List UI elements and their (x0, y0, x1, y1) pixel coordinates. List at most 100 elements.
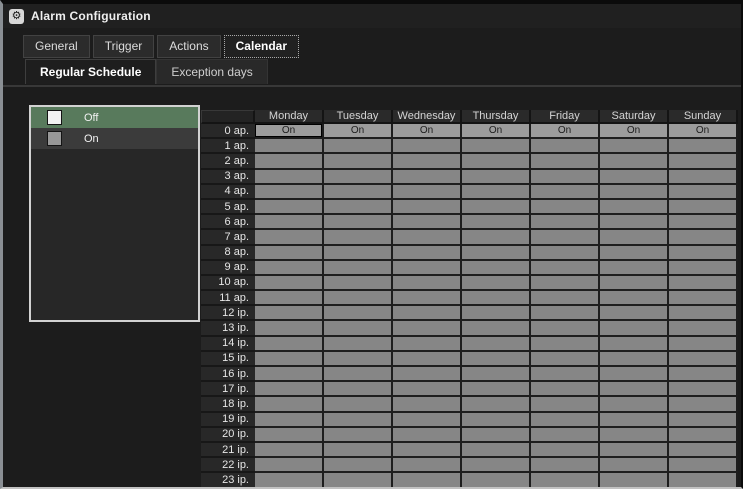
schedule-cell[interactable] (669, 200, 738, 215)
schedule-cell[interactable] (462, 382, 531, 397)
schedule-cell[interactable] (669, 261, 738, 276)
schedule-cell[interactable] (393, 200, 462, 215)
schedule-cell[interactable] (669, 276, 738, 291)
schedule-cell[interactable] (255, 473, 324, 488)
schedule-cell[interactable] (255, 428, 324, 443)
schedule-cell[interactable] (462, 230, 531, 245)
schedule-cell[interactable] (600, 215, 669, 230)
schedule-cell[interactable]: On (393, 124, 462, 139)
schedule-cell[interactable] (531, 291, 600, 306)
hour-label[interactable]: 4 ap. (201, 185, 255, 200)
schedule-cell[interactable] (255, 337, 324, 352)
schedule-cell[interactable] (255, 170, 324, 185)
legend-item-off[interactable]: Off (31, 107, 198, 128)
schedule-cell[interactable] (669, 367, 738, 382)
schedule-cell[interactable] (255, 291, 324, 306)
schedule-cell[interactable] (393, 382, 462, 397)
schedule-cell[interactable] (255, 443, 324, 458)
hour-label[interactable]: 18 ip. (201, 397, 255, 412)
schedule-cell[interactable] (600, 382, 669, 397)
schedule-cell[interactable] (600, 154, 669, 169)
schedule-cell[interactable] (393, 367, 462, 382)
schedule-cell[interactable] (531, 413, 600, 428)
schedule-cell[interactable] (462, 306, 531, 321)
schedule-cell[interactable] (531, 337, 600, 352)
schedule-cell[interactable] (462, 413, 531, 428)
hour-label[interactable]: 21 ip. (201, 443, 255, 458)
schedule-cell[interactable] (669, 428, 738, 443)
schedule-cell[interactable] (462, 200, 531, 215)
schedule-cell[interactable] (255, 352, 324, 367)
schedule-cell[interactable] (324, 170, 393, 185)
schedule-cell[interactable] (669, 306, 738, 321)
day-header-monday[interactable]: Monday (255, 110, 324, 124)
schedule-cell[interactable] (324, 246, 393, 261)
schedule-cell[interactable] (462, 291, 531, 306)
schedule-cell[interactable] (669, 185, 738, 200)
schedule-cell[interactable] (393, 473, 462, 488)
schedule-cell[interactable] (531, 458, 600, 473)
schedule-cell[interactable] (462, 185, 531, 200)
hour-label[interactable]: 14 ip. (201, 337, 255, 352)
hour-label[interactable]: 2 ap. (201, 154, 255, 169)
hour-label[interactable]: 5 ap. (201, 200, 255, 215)
schedule-cell[interactable]: On (462, 124, 531, 139)
schedule-cell[interactable] (600, 337, 669, 352)
schedule-cell[interactable] (531, 276, 600, 291)
tab-general[interactable]: General (23, 35, 90, 58)
schedule-cell[interactable] (531, 200, 600, 215)
day-header-friday[interactable]: Friday (531, 110, 600, 124)
schedule-cell[interactable] (324, 321, 393, 336)
day-header-saturday[interactable]: Saturday (600, 110, 669, 124)
schedule-cell[interactable] (324, 443, 393, 458)
legend-item-on[interactable]: On (31, 128, 198, 149)
schedule-cell[interactable] (669, 443, 738, 458)
schedule-cell[interactable] (462, 246, 531, 261)
schedule-cell[interactable] (393, 321, 462, 336)
schedule-cell[interactable] (531, 397, 600, 412)
schedule-cell[interactable] (393, 230, 462, 245)
schedule-cell[interactable] (255, 413, 324, 428)
schedule-cell[interactable] (462, 215, 531, 230)
day-header-wednesday[interactable]: Wednesday (393, 110, 462, 124)
schedule-cell[interactable] (531, 443, 600, 458)
day-header-thursday[interactable]: Thursday (462, 110, 531, 124)
schedule-cell[interactable] (531, 321, 600, 336)
hour-label[interactable]: 3 ap. (201, 170, 255, 185)
schedule-cell[interactable] (531, 367, 600, 382)
hour-label[interactable]: 8 ap. (201, 246, 255, 261)
schedule-cell[interactable] (462, 397, 531, 412)
schedule-cell[interactable] (600, 230, 669, 245)
schedule-cell[interactable] (669, 473, 738, 488)
schedule-cell[interactable] (669, 154, 738, 169)
schedule-cell[interactable] (255, 246, 324, 261)
day-header-sunday[interactable]: Sunday (669, 110, 738, 124)
schedule-cell[interactable] (393, 139, 462, 154)
schedule-cell[interactable] (531, 428, 600, 443)
subtab-exception-days[interactable]: Exception days (156, 59, 267, 84)
schedule-cell[interactable] (669, 230, 738, 245)
schedule-cell[interactable] (600, 261, 669, 276)
hour-label[interactable]: 23 ip. (201, 473, 255, 488)
schedule-cell[interactable] (531, 185, 600, 200)
schedule-cell[interactable] (600, 352, 669, 367)
schedule-cell[interactable] (255, 397, 324, 412)
schedule-cell[interactable] (669, 139, 738, 154)
schedule-cell[interactable] (255, 458, 324, 473)
schedule-cell[interactable] (462, 458, 531, 473)
schedule-cell[interactable] (324, 458, 393, 473)
schedule-cell[interactable] (462, 443, 531, 458)
schedule-cell[interactable] (669, 291, 738, 306)
schedule-cell[interactable] (255, 230, 324, 245)
schedule-cell[interactable] (531, 261, 600, 276)
schedule-cell[interactable] (462, 276, 531, 291)
hour-label[interactable]: 10 ap. (201, 276, 255, 291)
schedule-cell[interactable] (600, 321, 669, 336)
schedule-cell[interactable] (324, 215, 393, 230)
schedule-cell[interactable] (669, 321, 738, 336)
schedule-cell[interactable] (531, 139, 600, 154)
schedule-cell[interactable] (600, 139, 669, 154)
schedule-cell[interactable] (393, 443, 462, 458)
schedule-cell[interactable] (255, 215, 324, 230)
schedule-cell[interactable] (669, 246, 738, 261)
